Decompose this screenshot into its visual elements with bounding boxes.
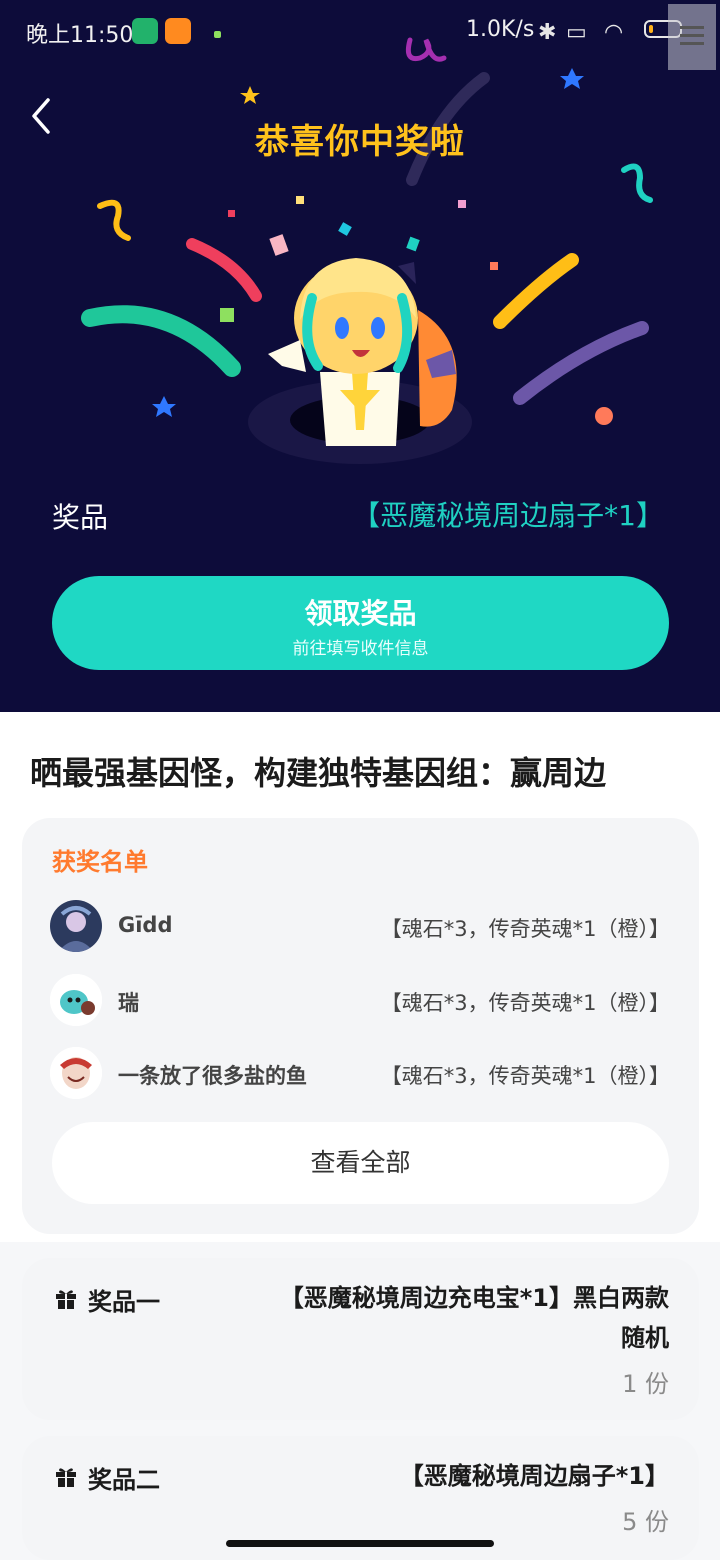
home-indicator[interactable] — [226, 1540, 494, 1547]
avatar — [50, 900, 102, 952]
prize-name: 奖品二 — [88, 1466, 160, 1494]
status-bar: 晚上11:50 1.0K/s ✱ ▭ ◠ — [0, 0, 720, 62]
winner-name: Gīdd — [118, 913, 173, 937]
network-speed: 1.0K/s — [466, 17, 535, 42]
claim-button-label: 领取奖品 — [304, 597, 417, 630]
claim-button-sublabel: 前往填写收件信息 — [292, 639, 429, 659]
prize-description-line: 【恶魔秘境周边扇子*1】 — [399, 1462, 669, 1490]
video-app-icon — [165, 18, 191, 44]
prize-description: 【恶魔秘境周边充电宝*1】黑白两款 随机 — [280, 1278, 669, 1358]
status-time: 晚上11:50 — [26, 23, 134, 48]
avatar — [50, 1047, 102, 1099]
avatar — [50, 974, 102, 1026]
prize-card: 奖品一 【恶魔秘境周边充电宝*1】黑白两款 随机 1 份 — [22, 1258, 699, 1420]
bluetooth-icon: ✱ — [538, 20, 557, 45]
view-all-button[interactable]: 查看全部 — [52, 1122, 669, 1204]
prize-description-line: 【恶魔秘境周边充电宝*1】黑白两款 — [279, 1284, 669, 1312]
page-title: 恭喜你中奖啦 — [255, 122, 465, 162]
notification-dot-icon — [214, 31, 221, 38]
wifi-icon: ◠ — [604, 20, 624, 45]
prize-description: 【恶魔秘境周边扇子*1】 — [400, 1456, 669, 1496]
winner-prize: 【魂石*3，传奇英魂*1（橙）】 — [380, 917, 670, 941]
prize-description-line: 随机 — [621, 1324, 669, 1352]
gift-icon — [56, 1468, 76, 1487]
winner-row[interactable]: 一条放了很多盐的鱼 【魂石*3，传奇英魂*1（橙）】 — [50, 1047, 670, 1099]
gift-icon — [56, 1290, 76, 1309]
claim-prize-button[interactable]: 领取奖品 前往填写收件信息 — [52, 576, 669, 670]
prize-count: 1 份 — [622, 1370, 669, 1398]
prize-value: 【恶魔秘境周边扇子*1】 — [352, 499, 664, 532]
winner-row[interactable]: 瑞 【魂石*3，传奇英魂*1（橙）】 — [50, 974, 670, 1026]
winner-name: 一条放了很多盐的鱼 — [118, 1064, 307, 1088]
prize-name: 奖品一 — [88, 1288, 160, 1316]
winners-card: 获奖名单 Gīdd 【魂石*3，传奇英魂*1（橙）】 瑞 【魂石*3，传奇英魂*… — [22, 818, 699, 1234]
activity-title: 晒最强基因怪，构建独特基因组：赢周边 — [30, 754, 607, 792]
menu-icon[interactable] — [668, 4, 716, 70]
winner-row[interactable]: Gīdd 【魂石*3，传奇英魂*1（橙）】 — [50, 900, 670, 952]
shield-app-icon — [132, 18, 158, 44]
winners-title: 获奖名单 — [52, 848, 148, 876]
sim-icon: ▭ — [566, 20, 587, 45]
hero-banner: 晚上11:50 1.0K/s ✱ ▭ ◠ 恭喜你中奖啦 奖品 【恶魔秘境周边扇子… — [0, 0, 720, 712]
prize-label: 奖品 — [52, 501, 109, 534]
winner-prize: 【魂石*3，传奇英魂*1（橙）】 — [380, 1064, 670, 1088]
prize-count: 5 份 — [622, 1508, 669, 1536]
winner-prize: 【魂石*3，传奇英魂*1（橙）】 — [380, 991, 670, 1015]
winner-name: 瑞 — [118, 991, 139, 1015]
